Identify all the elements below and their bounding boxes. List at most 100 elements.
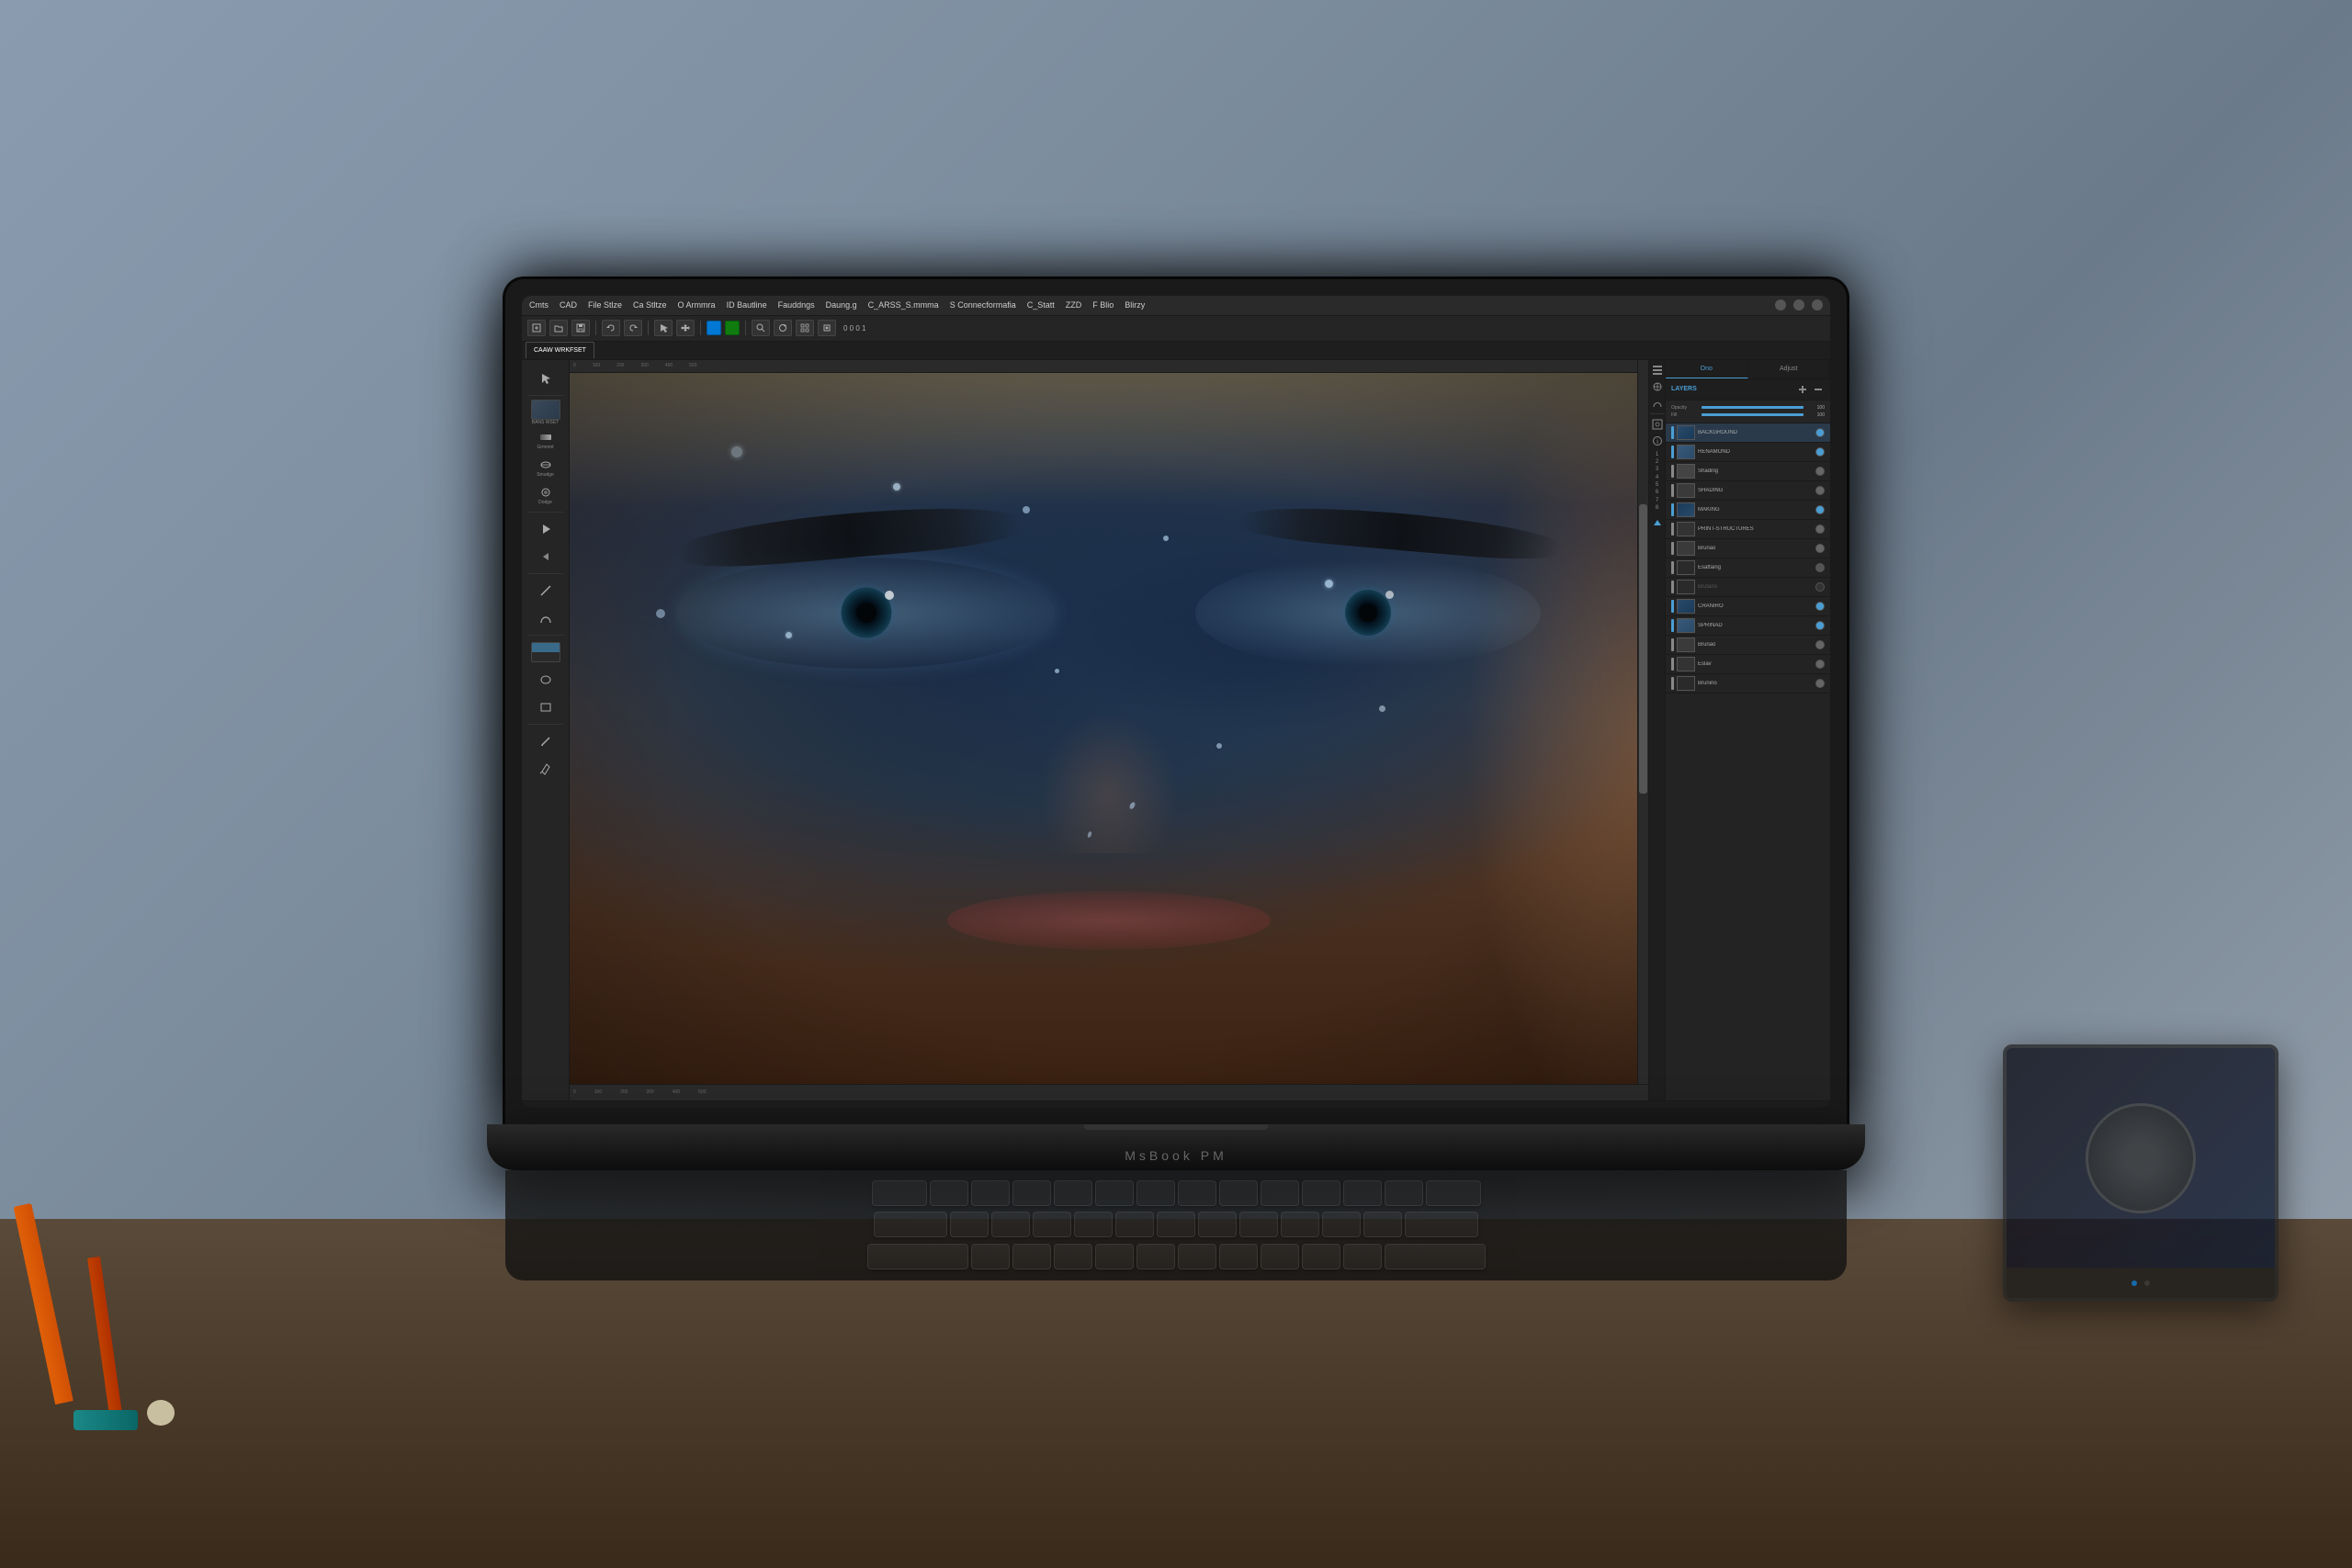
menu-cstatt[interactable]: C_Statt bbox=[1027, 300, 1055, 310]
layer-vis-0[interactable] bbox=[1815, 428, 1825, 437]
right-icon-channels[interactable] bbox=[1651, 380, 1664, 393]
toolbar-undo[interactable] bbox=[602, 320, 620, 336]
toolbar-cursor[interactable] bbox=[654, 320, 673, 336]
key-j bbox=[1198, 1212, 1237, 1237]
layer-vis-3[interactable] bbox=[1815, 486, 1825, 495]
file-tab-bar: CAAW WRKFSET bbox=[522, 342, 1830, 360]
menu-carss[interactable]: C_ARSS_S.mmma bbox=[868, 300, 939, 310]
window-minimize[interactable] bbox=[1775, 299, 1786, 310]
menu-zzd[interactable]: ZZD bbox=[1066, 300, 1082, 310]
scrollbar-thumb[interactable] bbox=[1639, 504, 1647, 794]
layer-row-9[interactable]: CRANIRO bbox=[1666, 597, 1830, 616]
layer-vis-7[interactable] bbox=[1815, 563, 1825, 572]
menu-fauddngs[interactable]: Fauddngs bbox=[778, 300, 815, 310]
layer-row-10[interactable]: SPRINAD bbox=[1666, 616, 1830, 636]
window-close[interactable] bbox=[1812, 299, 1823, 310]
toolbar-color-green[interactable] bbox=[725, 321, 740, 335]
toolbar: 0 0 0 1 bbox=[522, 316, 1830, 342]
toolbar-new[interactable] bbox=[527, 320, 546, 336]
layer-color-bar bbox=[1671, 658, 1674, 671]
layer-vis-8[interactable] bbox=[1815, 582, 1825, 592]
window-maximize[interactable] bbox=[1793, 299, 1804, 310]
layer-vis-9[interactable] bbox=[1815, 602, 1825, 611]
toolbar-rotate[interactable] bbox=[774, 320, 792, 336]
right-icon-navigator[interactable] bbox=[1651, 418, 1664, 431]
left-toolbar: BANS WSET Grmnmt bbox=[522, 360, 570, 1100]
layer-row-13[interactable]: Brunino bbox=[1666, 674, 1830, 694]
layers-add-btn[interactable] bbox=[1796, 383, 1809, 396]
opacity-track[interactable] bbox=[1702, 406, 1804, 409]
layer-vis-10[interactable] bbox=[1815, 621, 1825, 630]
right-icon-layers[interactable] bbox=[1651, 364, 1664, 377]
tool-bezier[interactable] bbox=[527, 605, 564, 631]
layer-row-6[interactable]: Brunao bbox=[1666, 539, 1830, 558]
menu-castlze[interactable]: Ca Stltze bbox=[633, 300, 667, 310]
menu-cmts[interactable]: Cmts bbox=[529, 300, 548, 310]
layer-vis-12[interactable] bbox=[1815, 660, 1825, 669]
layer-color-bar bbox=[1671, 523, 1674, 536]
toolbar-redo[interactable] bbox=[624, 320, 642, 336]
layer-vis-1[interactable] bbox=[1815, 447, 1825, 457]
menu-bar: Cmts CAD File Stlze Ca Stltze O Armmra I… bbox=[522, 296, 1830, 316]
layer-row-2[interactable]: Shading bbox=[1666, 462, 1830, 481]
layer-color-bar bbox=[1671, 600, 1674, 613]
canvas-area[interactable]: 0 100 200 300 400 500 bbox=[570, 360, 1648, 1100]
right-icon-nav-up[interactable] bbox=[1651, 516, 1664, 529]
right-icon-paths[interactable] bbox=[1651, 397, 1664, 410]
layers-delete-btn[interactable] bbox=[1812, 383, 1825, 396]
menu-fblio[interactable]: F Blio bbox=[1092, 300, 1114, 310]
tool-play[interactable] bbox=[527, 516, 564, 542]
tool-line[interactable] bbox=[527, 578, 564, 604]
right-icon-info[interactable]: i bbox=[1651, 434, 1664, 447]
tool-rect[interactable] bbox=[527, 694, 564, 720]
menu-oarmmra[interactable]: O Armmra bbox=[678, 300, 716, 310]
toolbar-color-blue[interactable] bbox=[707, 321, 721, 335]
right-tab-ono[interactable]: Ono bbox=[1666, 360, 1748, 378]
tool-paint-bucket[interactable] bbox=[527, 756, 564, 782]
menu-daungg[interactable]: Daung.g bbox=[826, 300, 857, 310]
toolbar-save[interactable] bbox=[571, 320, 590, 336]
tool-cursor[interactable] bbox=[527, 366, 564, 391]
key-slash bbox=[1343, 1244, 1382, 1269]
layer-row-1[interactable]: RENAMOND bbox=[1666, 443, 1830, 462]
layer-row-11[interactable]: Brunao bbox=[1666, 636, 1830, 655]
tool-ellipse[interactable] bbox=[527, 667, 564, 693]
layer-row-0[interactable]: BACKGROUND bbox=[1666, 423, 1830, 443]
layer-vis-13[interactable] bbox=[1815, 679, 1825, 688]
tool-thumbnail[interactable] bbox=[527, 639, 564, 665]
tool-dodge[interactable]: Dodge bbox=[527, 482, 564, 508]
layer-row-5[interactable]: PRINT-STRUCTURES bbox=[1666, 520, 1830, 539]
layer-row-7[interactable]: Esatfaing bbox=[1666, 558, 1830, 578]
toolbar-snap[interactable] bbox=[818, 320, 836, 336]
layer-thumb-7 bbox=[1677, 560, 1695, 575]
layer-row-12[interactable]: Eslav bbox=[1666, 655, 1830, 674]
toolbar-zoom[interactable] bbox=[752, 320, 770, 336]
layer-vis-6[interactable] bbox=[1815, 544, 1825, 553]
toolbar-grid[interactable] bbox=[796, 320, 814, 336]
layer-vis-5[interactable] bbox=[1815, 525, 1825, 534]
tool-nav[interactable] bbox=[527, 544, 564, 570]
fill-track[interactable] bbox=[1702, 413, 1804, 416]
tool-gradient[interactable]: Grmnmt bbox=[527, 427, 564, 453]
tool-brush[interactable]: BANS WSET bbox=[527, 400, 564, 425]
menu-filestlze[interactable]: File Stlze bbox=[588, 300, 622, 310]
canvas-scrollbar-vertical[interactable] bbox=[1637, 360, 1648, 1084]
tool-pencil[interactable] bbox=[527, 728, 564, 754]
menu-idbautline[interactable]: ID Bautline bbox=[727, 300, 767, 310]
layer-row-8[interactable]: Brutano bbox=[1666, 578, 1830, 597]
layer-vis-2[interactable] bbox=[1815, 467, 1825, 476]
layer-vis-11[interactable] bbox=[1815, 640, 1825, 649]
toolbar-open[interactable] bbox=[549, 320, 568, 336]
menu-blirzy[interactable]: Blirzy bbox=[1125, 300, 1145, 310]
file-tab-caaw[interactable]: CAAW WRKFSET bbox=[526, 342, 594, 358]
right-tab-adjust[interactable]: Adjust bbox=[1748, 360, 1831, 378]
tool-separator-3 bbox=[528, 573, 563, 574]
tool-smudge[interactable]: Smudge bbox=[527, 455, 564, 480]
menu-cad[interactable]: CAD bbox=[560, 300, 577, 310]
layers-list: BACKGROUND RENAMOND bbox=[1666, 423, 1830, 1100]
layer-row-4[interactable]: MAKING bbox=[1666, 501, 1830, 520]
layer-vis-4[interactable] bbox=[1815, 505, 1825, 514]
menu-sconn[interactable]: S Connecformafia bbox=[950, 300, 1016, 310]
layer-row-3[interactable]: SHADING bbox=[1666, 481, 1830, 501]
toolbar-move[interactable] bbox=[676, 320, 695, 336]
